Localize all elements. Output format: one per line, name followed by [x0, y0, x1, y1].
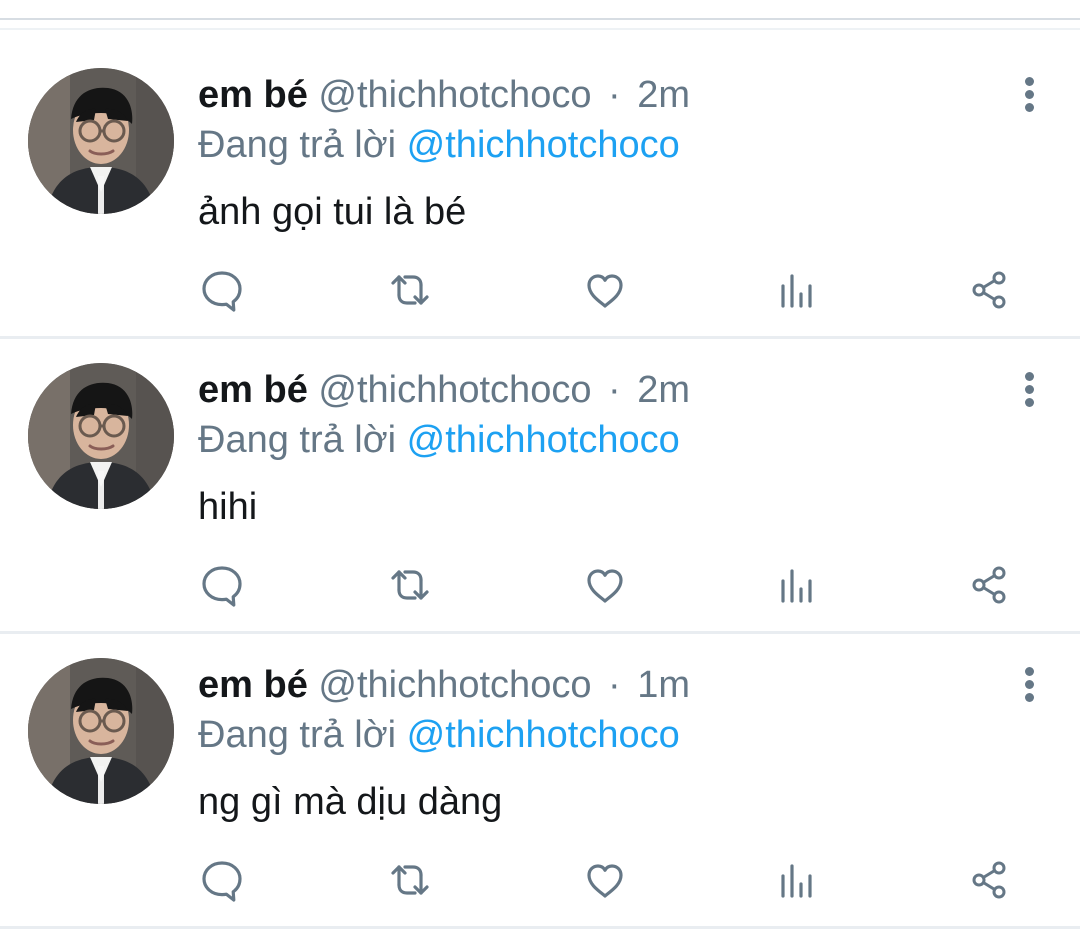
user-handle[interactable]: @thichhotchoco — [318, 74, 591, 116]
like-button[interactable] — [581, 856, 629, 904]
retweet-button[interactable] — [386, 856, 434, 904]
avatar-image — [28, 363, 174, 509]
share-icon — [972, 566, 1006, 604]
more-vertical-icon[interactable] — [1021, 667, 1039, 703]
tweet-text: ng gì mà dịu dàng — [198, 781, 503, 823]
top-divider-secondary — [0, 28, 1080, 30]
reply-prefix: Đang trả lời — [198, 419, 397, 461]
user-handle[interactable]: @thichhotchoco — [318, 664, 591, 706]
reply-button[interactable] — [198, 856, 246, 904]
tweet-time: 2m — [637, 369, 691, 411]
tweet-header: em bé @thichhotchoco · 2m — [198, 72, 690, 118]
tweet-divider — [0, 926, 1080, 929]
tweet-text: ảnh gọi tui là bé — [198, 191, 467, 233]
avatar-image — [28, 68, 174, 214]
tweet-actions — [198, 561, 1013, 609]
share-button[interactable] — [965, 856, 1013, 904]
tweet-item[interactable]: em bé @thichhotchoco · 1m Đang trả lời @… — [0, 634, 1080, 929]
like-button[interactable] — [581, 561, 629, 609]
share-icon — [972, 861, 1006, 899]
tweet-item[interactable]: em bé @thichhotchoco · 2m Đang trả lời @… — [0, 339, 1080, 634]
header-separator: · — [608, 74, 621, 116]
header-separator: · — [608, 664, 621, 706]
comment-icon — [202, 861, 242, 902]
analytics-button[interactable] — [773, 266, 821, 314]
reply-handle-link[interactable]: @thichhotchoco — [407, 419, 680, 461]
reply-button[interactable] — [198, 266, 246, 314]
user-handle[interactable]: @thichhotchoco — [318, 369, 591, 411]
heart-icon — [587, 274, 623, 308]
header-separator: · — [608, 369, 621, 411]
retweet-icon — [391, 865, 429, 895]
reply-prefix: Đang trả lời — [198, 124, 397, 166]
heart-icon — [587, 864, 623, 898]
comment-icon — [202, 271, 242, 312]
share-button[interactable] — [965, 561, 1013, 609]
analytics-button[interactable] — [773, 856, 821, 904]
avatar[interactable] — [28, 68, 174, 214]
like-button[interactable] — [581, 266, 629, 314]
reply-context: Đang trả lời @thichhotchoco — [198, 417, 680, 463]
avatar[interactable] — [28, 363, 174, 509]
share-button[interactable] — [965, 266, 1013, 314]
analytics-button[interactable] — [773, 561, 821, 609]
retweet-button[interactable] — [386, 561, 434, 609]
more-vertical-icon[interactable] — [1021, 77, 1039, 113]
top-divider — [0, 18, 1080, 20]
retweet-button[interactable] — [386, 266, 434, 314]
tweet-header: em bé @thichhotchoco · 1m — [198, 662, 690, 708]
analytics-icon — [781, 569, 812, 603]
reply-handle-link[interactable]: @thichhotchoco — [407, 124, 680, 166]
reply-context: Đang trả lời @thichhotchoco — [198, 122, 680, 168]
analytics-icon — [781, 864, 812, 898]
tweet-time: 2m — [637, 74, 691, 116]
reply-handle-link[interactable]: @thichhotchoco — [407, 714, 680, 756]
retweet-icon — [391, 570, 429, 600]
tweet-time: 1m — [637, 664, 691, 706]
display-name[interactable]: em bé — [198, 74, 308, 116]
display-name[interactable]: em bé — [198, 369, 308, 411]
tweet-item[interactable]: em bé @thichhotchoco · 2m Đang trả lời @… — [0, 44, 1080, 339]
share-icon — [972, 271, 1006, 309]
analytics-icon — [781, 274, 812, 308]
tweet-actions — [198, 856, 1013, 904]
reply-button[interactable] — [198, 561, 246, 609]
retweet-icon — [391, 275, 429, 305]
heart-icon — [587, 569, 623, 603]
top-strip — [0, 0, 1080, 18]
reply-prefix: Đang trả lời — [198, 714, 397, 756]
tweet-header: em bé @thichhotchoco · 2m — [198, 367, 690, 413]
reply-context: Đang trả lời @thichhotchoco — [198, 712, 680, 758]
display-name[interactable]: em bé — [198, 664, 308, 706]
comment-icon — [202, 566, 242, 607]
avatar[interactable] — [28, 658, 174, 804]
avatar-image — [28, 658, 174, 804]
more-vertical-icon[interactable] — [1021, 372, 1039, 408]
tweet-text: hihi — [198, 486, 258, 528]
tweet-feed: em bé @thichhotchoco · 2m Đang trả lời @… — [0, 44, 1080, 929]
tweet-actions — [198, 266, 1013, 314]
